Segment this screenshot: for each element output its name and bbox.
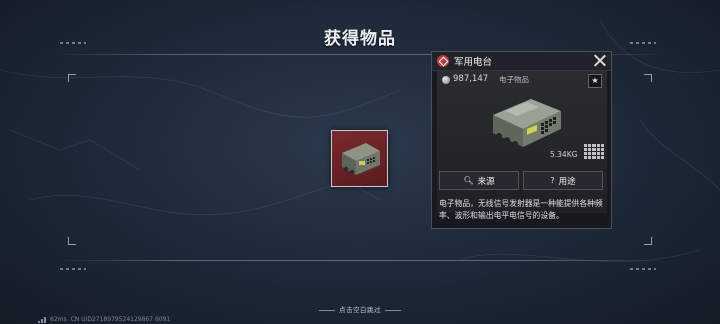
- coin-icon: [442, 76, 450, 84]
- source-button-label: 来源: [477, 176, 495, 187]
- frame-corner: [68, 74, 76, 82]
- bottom-divider: [55, 260, 665, 261]
- hint-divider: [319, 309, 335, 311]
- grid-size-icon: [584, 144, 604, 159]
- frame-corner: [68, 237, 76, 245]
- close-icon[interactable]: [592, 53, 607, 68]
- item-name: 军用电台: [454, 57, 493, 68]
- usage-button-label: 用途: [558, 176, 576, 187]
- question-icon: ?: [550, 176, 555, 185]
- radio-item-image: [493, 99, 561, 147]
- item-category: 电子物品: [499, 75, 529, 84]
- item-description: 电子物品，无线信号发射器是一种能提供各种频率、波形和输出电平电信号的设备。: [439, 199, 603, 220]
- acquired-item-slot[interactable]: [331, 130, 388, 187]
- signal-icon: [38, 316, 46, 323]
- rarity-diamond-icon: [437, 55, 449, 67]
- hint-divider: [385, 309, 401, 311]
- bottom-right-dashes: [630, 268, 656, 270]
- frame-corner: [644, 237, 652, 245]
- frame-corner: [644, 74, 652, 82]
- status-bar: 62ms CN UID2718979524129867 6091: [38, 316, 170, 323]
- item-value: 987,147: [453, 74, 489, 84]
- source-button[interactable]: 🔍︎ 来源: [439, 171, 519, 190]
- bottom-left-dashes: [60, 268, 86, 270]
- game-screen[interactable]: 获得物品 军用电台 987,147 电子物品 ★ 5.34KG 🔍︎ 来源 ? …: [0, 0, 720, 324]
- skip-hint[interactable]: 点击空白跳过: [0, 304, 720, 314]
- star-icon[interactable]: ★: [588, 74, 602, 88]
- player-uid: CN UID2718979524129867 6091: [70, 316, 171, 323]
- item-weight: 5.34KG: [550, 150, 578, 159]
- skip-hint-text: 点击空白跳过: [339, 306, 381, 314]
- search-icon: 🔍︎: [463, 176, 474, 185]
- ping-value: 62ms: [50, 316, 67, 323]
- item-preview: 987,147 电子物品 ★ 5.34KG: [437, 71, 607, 213]
- radio-item-thumbnail: [342, 143, 380, 175]
- item-detail-panel: 军用电台 987,147 电子物品 ★ 5.34KG 🔍︎ 来源 ? 用途 电子…: [431, 51, 612, 229]
- usage-button[interactable]: ? 用途: [523, 171, 603, 190]
- page-title: 获得物品: [324, 29, 396, 49]
- panel-header: 军用电台: [432, 52, 611, 71]
